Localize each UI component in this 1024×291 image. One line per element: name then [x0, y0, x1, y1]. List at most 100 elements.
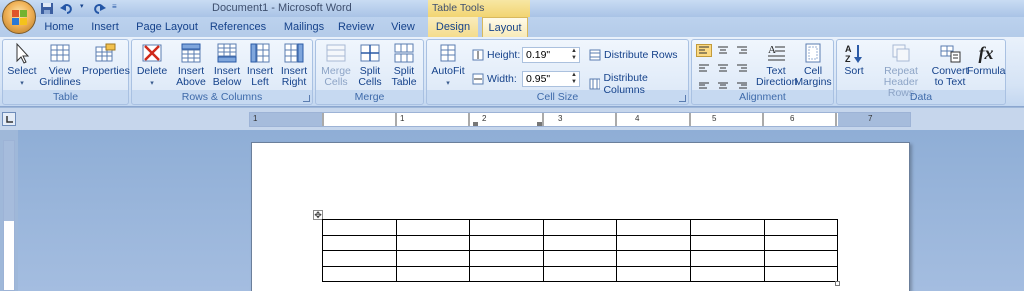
tab-review[interactable]: Review [336, 17, 376, 37]
properties-button[interactable]: Properties [82, 42, 130, 77]
gridlines-icon [50, 44, 70, 62]
merge-cells-button[interactable]: Merge Cells [319, 42, 353, 88]
width-input[interactable]: 0.95" ▲ ▼ [522, 71, 580, 87]
align-bottom-right-icon[interactable] [734, 78, 750, 91]
merge-cells-label-2: Cells [324, 76, 348, 88]
ribbon-tab-row: Home Insert Page Layout References Maili… [0, 17, 1024, 38]
tab-page-layout[interactable]: Page Layout [134, 17, 200, 37]
distribute-rows-button[interactable]: Distribute Rows [589, 49, 678, 61]
insert-left-button[interactable]: Insert Left [244, 42, 276, 88]
undo-dropdown-icon[interactable]: ▾ [80, 2, 86, 15]
vertical-ruler[interactable] [3, 140, 15, 291]
align-center-right-icon[interactable] [734, 61, 750, 74]
tab-insert[interactable]: Insert [86, 17, 124, 37]
height-label: Height: [487, 49, 521, 61]
tab-references[interactable]: References [208, 17, 268, 37]
select-button[interactable]: Select ▾ [6, 42, 38, 89]
align-top-left-icon[interactable] [696, 44, 712, 57]
table-cell[interactable] [542, 250, 618, 267]
view-gridlines-button[interactable]: View Gridlines [39, 42, 81, 88]
align-bottom-center-icon[interactable] [715, 78, 731, 91]
table-cell[interactable] [469, 219, 544, 236]
gridlines-label: Gridlines [39, 76, 81, 88]
convert-to-text-button[interactable]: Convert to Text [931, 42, 969, 88]
tab-view[interactable]: View [386, 17, 420, 37]
insert-below-icon [217, 43, 237, 63]
split-table-button[interactable]: Split Table [388, 42, 420, 88]
spin-arrows-icon[interactable]: ▲ ▼ [571, 72, 577, 86]
table-cell[interactable] [469, 234, 544, 251]
autofit-button[interactable]: AutoFit ▾ [430, 42, 466, 89]
align-top-center-icon[interactable] [715, 44, 731, 57]
document-table[interactable] [322, 219, 839, 282]
insert-left-label-2: Left [251, 76, 269, 88]
table-cell[interactable] [763, 265, 839, 282]
table-cell[interactable] [322, 265, 397, 282]
table-cell[interactable] [322, 219, 397, 236]
table-cell[interactable] [542, 234, 618, 251]
formula-button[interactable]: fx Formula [967, 42, 1006, 77]
table-cell[interactable] [616, 250, 691, 267]
undo-icon[interactable] [60, 2, 74, 15]
insert-left-icon [250, 43, 270, 63]
tab-home[interactable]: Home [40, 17, 78, 37]
table-cell[interactable] [689, 219, 765, 236]
table-cell[interactable] [763, 234, 839, 251]
horizontal-ruler[interactable]: 1 1 2 3 4 5 6 7 [249, 112, 911, 127]
table-cell[interactable] [542, 265, 618, 282]
group-merge: Merge Cells Split Cells Split Table Merge [315, 39, 424, 105]
table-cell[interactable] [395, 265, 471, 282]
table-resize-handle[interactable] [835, 281, 840, 286]
cell-margins-button[interactable]: Cell Margins [794, 42, 832, 88]
table-cell[interactable] [395, 250, 471, 267]
align-bottom-left-icon[interactable] [696, 78, 712, 91]
table-cell[interactable] [395, 219, 471, 236]
table-cell[interactable] [322, 250, 397, 267]
tab-design[interactable]: Design [428, 17, 478, 37]
svg-text:A: A [768, 44, 776, 56]
delete-table-icon [142, 44, 162, 62]
tab-selector-icon[interactable] [2, 112, 16, 126]
delete-button[interactable]: Delete ▾ [135, 42, 169, 89]
table-cell[interactable] [395, 234, 471, 251]
sort-button[interactable]: AZ Sort [839, 42, 869, 77]
table-cell[interactable] [763, 219, 839, 236]
title-bar: ▾ ≡ Document1 - Microsoft Word Table Too… [0, 0, 1024, 17]
text-direction-button[interactable]: A Text Direction [756, 42, 797, 88]
height-input[interactable]: 0.19" ▲ ▼ [522, 47, 580, 63]
repeat-header-rows-icon [892, 44, 910, 62]
table-cell[interactable] [322, 234, 397, 251]
tab-layout[interactable]: Layout [482, 17, 528, 38]
table-cell[interactable] [689, 265, 765, 282]
table-cell[interactable] [469, 265, 544, 282]
insert-right-button[interactable]: Insert Right [278, 42, 310, 88]
office-button[interactable] [2, 0, 36, 34]
table-cell[interactable] [689, 234, 765, 251]
table-cell[interactable] [469, 250, 544, 267]
split-cells-button[interactable]: Split Cells [354, 42, 386, 88]
ruler-top-margin [4, 141, 14, 221]
insert-below-button[interactable]: Insert Below [210, 42, 244, 88]
insert-above-button[interactable]: Insert Above [174, 42, 208, 88]
table-cell[interactable] [616, 234, 691, 251]
rows-columns-launcher[interactable] [303, 95, 310, 102]
autofit-label: AutoFit [431, 65, 465, 77]
split-table-icon [394, 43, 414, 63]
table-cell[interactable] [616, 219, 691, 236]
tab-mailings[interactable]: Mailings [278, 17, 330, 37]
table-cell[interactable] [763, 250, 839, 267]
customize-qat-icon[interactable]: ≡ [112, 2, 120, 15]
table-row [322, 234, 839, 251]
spin-arrows-icon[interactable]: ▲ ▼ [571, 48, 577, 62]
align-top-right-icon[interactable] [734, 44, 750, 57]
table-cell[interactable] [616, 265, 691, 282]
redo-icon[interactable] [92, 2, 106, 15]
align-center-icon[interactable] [715, 61, 731, 74]
save-icon[interactable] [40, 2, 54, 15]
table-cell[interactable] [689, 250, 765, 267]
align-center-left-icon[interactable] [696, 61, 712, 74]
cell-margins-label-2: Margins [794, 76, 832, 88]
table-cell[interactable] [542, 219, 618, 236]
cell-size-launcher[interactable] [679, 95, 686, 102]
sort-label: Sort [844, 65, 864, 77]
